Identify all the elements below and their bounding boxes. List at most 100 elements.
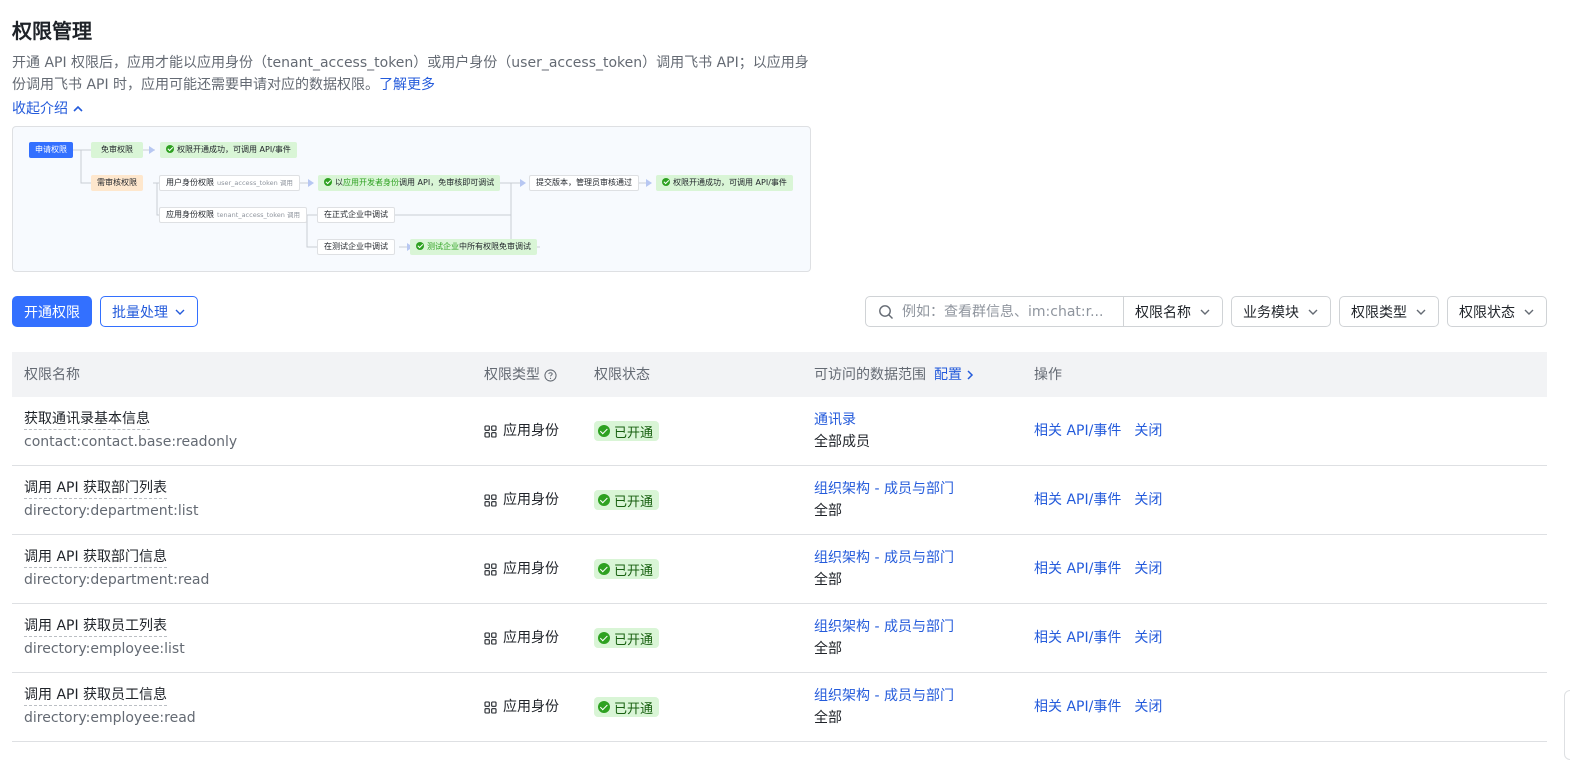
check-icon xyxy=(416,242,424,250)
operations-cell: 相关 API/事件 关闭 xyxy=(1034,559,1162,579)
scope-config-link[interactable]: 配置 xyxy=(934,365,975,385)
filter-business-module[interactable]: 业务模块 xyxy=(1231,296,1331,327)
help-icon[interactable] xyxy=(544,368,557,382)
chevron-up-icon xyxy=(73,105,83,112)
search-scope-select[interactable]: 权限名称 xyxy=(1123,297,1222,326)
status-label: 已开通 xyxy=(614,425,654,441)
data-scope-link[interactable]: 组织架构 - 成员与部门 xyxy=(814,616,954,638)
search-box: 权限名称 xyxy=(865,296,1223,327)
flow-submit-node: 提交版本，管理员审核通过 xyxy=(529,175,639,191)
flow-user-perm-text: 用户身份权限 xyxy=(166,178,214,187)
data-scope-link[interactable]: 组织架构 - 成员与部门 xyxy=(814,685,954,707)
flow-user-token-text: user_access_token 调用 xyxy=(217,179,293,187)
close-permission-link[interactable]: 关闭 xyxy=(1134,559,1162,579)
filter-permission-status[interactable]: 权限状态 xyxy=(1447,296,1547,327)
flow-app-perm-node: 应用身份权限 tenant_access_token 调用 xyxy=(159,207,307,223)
enable-permission-button[interactable]: 开通权限 xyxy=(12,296,92,327)
data-scope-link[interactable]: 通讯录 xyxy=(814,409,870,431)
permission-type-cell: 应用身份 xyxy=(484,421,559,441)
check-circle-icon xyxy=(598,494,610,506)
check-icon xyxy=(324,178,332,186)
chevron-down-icon xyxy=(1524,309,1534,315)
status-label: 已开通 xyxy=(614,494,654,510)
permission-title[interactable]: 调用 API 获取部门列表 xyxy=(24,478,168,499)
permission-type-label: 应用身份 xyxy=(503,630,559,646)
header-type-label: 权限类型 xyxy=(484,367,540,383)
learn-more-link[interactable]: 了解更多 xyxy=(379,77,435,93)
operations-cell: 相关 API/事件 关闭 xyxy=(1034,628,1162,648)
data-scope-value: 全部 xyxy=(814,572,842,588)
flow-apply-node: 申请权限 xyxy=(29,142,73,158)
side-panel-handle[interactable] xyxy=(1564,690,1570,760)
status-label: 已开通 xyxy=(614,632,654,648)
flow-user-perm-node: 用户身份权限 user_access_token 调用 xyxy=(159,175,300,191)
flow-no-review-node: 免审权限 xyxy=(91,142,143,158)
permission-title[interactable]: 调用 API 获取员工列表 xyxy=(24,616,168,637)
table-row: 调用 API 获取部门信息 directory:department:read … xyxy=(12,535,1547,604)
data-scope-link[interactable]: 组织架构 - 成员与部门 xyxy=(814,547,954,569)
permission-type-cell: 应用身份 xyxy=(484,559,559,579)
data-scope-value: 全部 xyxy=(814,641,842,657)
app-grid-icon xyxy=(484,424,497,438)
filter-business-module-label: 业务模块 xyxy=(1243,304,1299,321)
permission-key: contact:contact.base:readonly xyxy=(24,434,238,450)
permission-title[interactable]: 调用 API 获取员工信息 xyxy=(24,685,168,706)
related-api-link[interactable]: 相关 API/事件 xyxy=(1034,697,1121,717)
check-circle-icon xyxy=(598,425,610,437)
chevron-right-icon xyxy=(967,370,974,380)
table-row: 调用 API 获取员工信息 directory:employee:read 应用… xyxy=(12,673,1547,742)
flow-no-review-result-node: 权限开通成功，可调用 API/事件 xyxy=(160,142,297,158)
chevron-down-icon xyxy=(1416,309,1426,315)
close-permission-link[interactable]: 关闭 xyxy=(1134,421,1162,441)
filter-permission-status-label: 权限状态 xyxy=(1459,304,1515,321)
search-icon xyxy=(879,304,893,319)
data-scope-link[interactable]: 组织架构 - 成员与部门 xyxy=(814,478,954,500)
permission-type-label: 应用身份 xyxy=(503,492,559,508)
batch-process-label: 批量处理 xyxy=(112,304,168,321)
filter-permission-type[interactable]: 权限类型 xyxy=(1339,296,1439,327)
operations-cell: 相关 API/事件 关闭 xyxy=(1034,697,1162,717)
permission-title[interactable]: 获取通讯录基本信息 xyxy=(24,409,150,430)
permission-title[interactable]: 调用 API 获取部门信息 xyxy=(24,547,168,568)
flow-app-perm-text: 应用身份权限 xyxy=(166,210,214,219)
chevron-down-icon xyxy=(1200,309,1210,315)
search-scope-label: 权限名称 xyxy=(1135,304,1191,321)
search-input[interactable] xyxy=(902,303,1122,320)
check-icon xyxy=(166,145,174,153)
permission-type-cell: 应用身份 xyxy=(484,490,559,510)
data-scope-cell: 通讯录 全部成员 xyxy=(814,409,870,453)
status-badge: 已开通 xyxy=(594,490,660,510)
data-scope-value: 全部 xyxy=(814,710,842,726)
flow-test-debug-node: 在测试企业中调试 xyxy=(317,239,395,255)
check-icon xyxy=(662,178,670,186)
header-scope-label: 可访问的数据范围 xyxy=(814,367,926,383)
data-scope-value: 全部 xyxy=(814,503,842,519)
close-permission-link[interactable]: 关闭 xyxy=(1134,697,1162,717)
status-badge: 已开通 xyxy=(594,628,660,648)
permission-type-cell: 应用身份 xyxy=(484,697,559,717)
permission-type-cell: 应用身份 xyxy=(484,628,559,648)
data-scope-value: 全部成员 xyxy=(814,434,870,450)
close-permission-link[interactable]: 关闭 xyxy=(1134,490,1162,510)
flow-dev-debug-node: 以应用开发者身份调用 API，免审核即可调试 xyxy=(318,175,501,191)
permission-type-label: 应用身份 xyxy=(503,423,559,439)
related-api-link[interactable]: 相关 API/事件 xyxy=(1034,490,1121,510)
permission-name-cell: 调用 API 获取部门列表 directory:department:list xyxy=(24,478,198,522)
related-api-link[interactable]: 相关 API/事件 xyxy=(1034,559,1121,579)
close-permission-link[interactable]: 关闭 xyxy=(1134,628,1162,648)
related-api-link[interactable]: 相关 API/事件 xyxy=(1034,628,1121,648)
data-scope-cell: 组织架构 - 成员与部门 全部 xyxy=(814,478,954,522)
status-badge: 已开通 xyxy=(594,697,660,717)
permission-key: directory:department:read xyxy=(24,572,210,588)
related-api-link[interactable]: 相关 API/事件 xyxy=(1034,421,1121,441)
permission-key: directory:department:list xyxy=(24,503,199,519)
app-grid-icon xyxy=(484,493,497,507)
operations-cell: 相关 API/事件 关闭 xyxy=(1034,490,1162,510)
collapse-intro-link[interactable]: 收起介绍 xyxy=(12,98,84,120)
table-row: 获取通讯录基本信息 contact:contact.base:readonly … xyxy=(12,397,1547,466)
permission-type-label: 应用身份 xyxy=(503,699,559,715)
batch-process-button[interactable]: 批量处理 xyxy=(100,296,198,327)
flow-need-review-node: 需审核权限 xyxy=(91,175,143,191)
table-row: 调用 API 获取部门列表 directory:department:list … xyxy=(12,466,1547,535)
flow-tenant-token-text: tenant_access_token 调用 xyxy=(217,211,300,219)
